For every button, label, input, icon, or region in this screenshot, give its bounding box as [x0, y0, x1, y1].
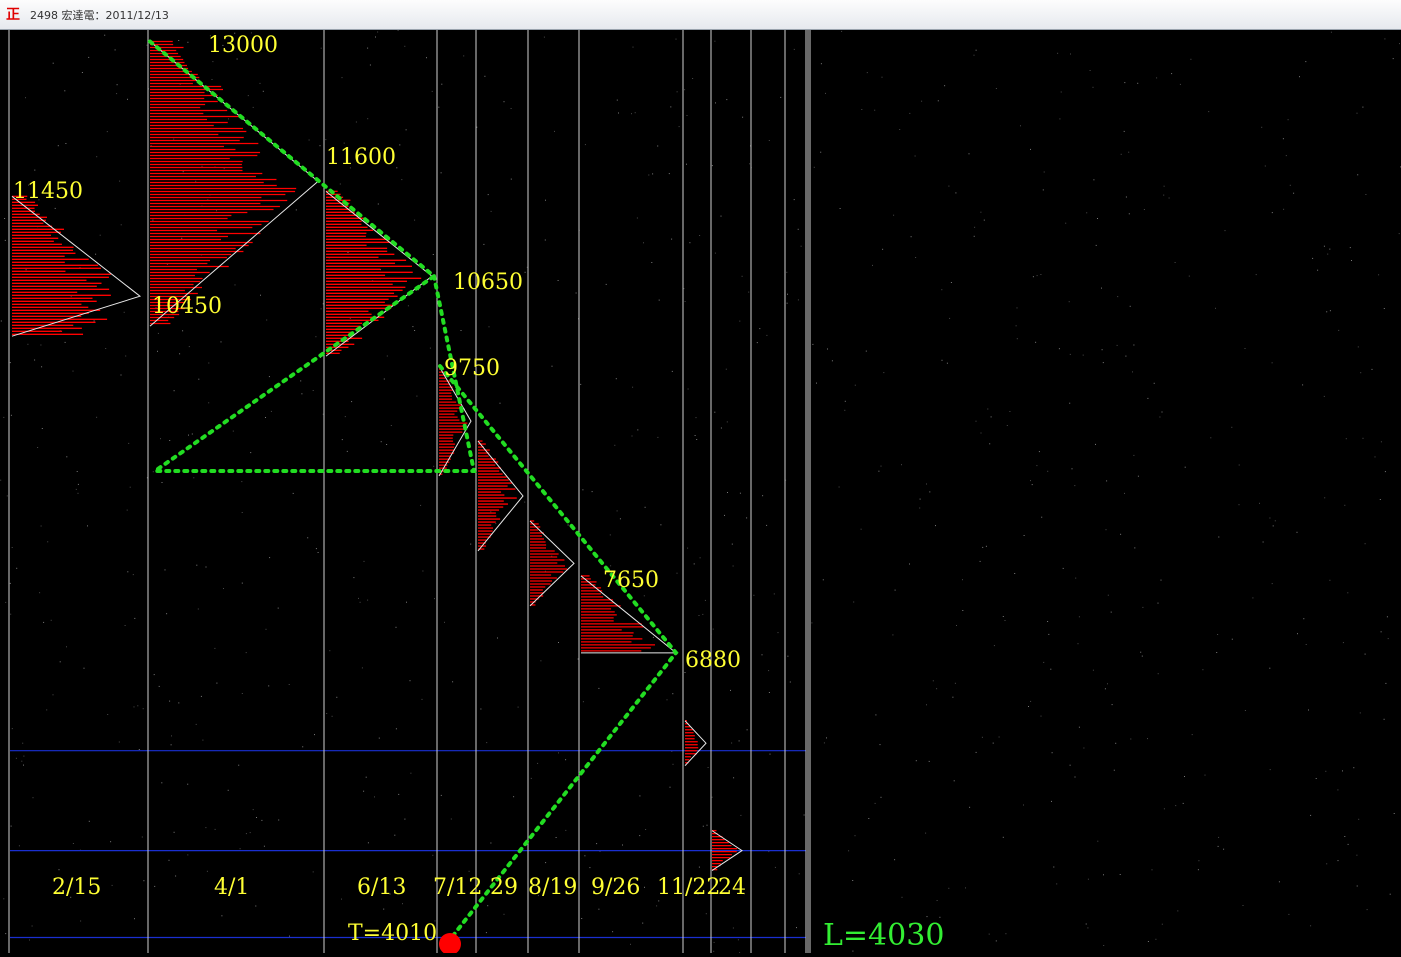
date-label-6-13: 6/13 [357, 875, 406, 900]
price-label-10450: 10450 [152, 294, 222, 319]
date-label-9-26: 9/26 [591, 875, 640, 900]
price-label-7650: 7650 [603, 568, 659, 593]
price-label-10650: 10650 [453, 270, 523, 295]
volume-profile-chart: 13000 11600 11450 10450 10650 9750 7650 … [0, 30, 1401, 955]
low-label: L=4030 [823, 918, 944, 953]
price-label-9750: 9750 [444, 356, 500, 381]
date-label-11-22: 11/22 [657, 875, 720, 900]
date-label-7-12: 7/12 [433, 875, 482, 900]
price-label-11450: 11450 [13, 179, 83, 204]
window-titlebar: 正 2498 宏達電：2011/12/13 [0, 0, 1401, 30]
date-label-29: 29 [490, 875, 518, 900]
window-title: 2498 宏達電：2011/12/13 [30, 8, 169, 22]
price-label-6880: 6880 [685, 648, 741, 673]
date-label-4-1: 4/1 [214, 875, 249, 900]
chart-area: 13000 11600 11450 10450 10650 9750 7650 … [0, 30, 1401, 955]
price-label-11600: 11600 [326, 145, 396, 170]
target-label: T=4010 [348, 921, 437, 946]
price-label-13000: 13000 [208, 33, 278, 58]
date-label-2-15: 2/15 [52, 875, 101, 900]
date-label-8-19: 8/19 [528, 875, 577, 900]
app-logo-icon: 正 [6, 6, 20, 23]
date-label-24: 24 [718, 875, 746, 900]
